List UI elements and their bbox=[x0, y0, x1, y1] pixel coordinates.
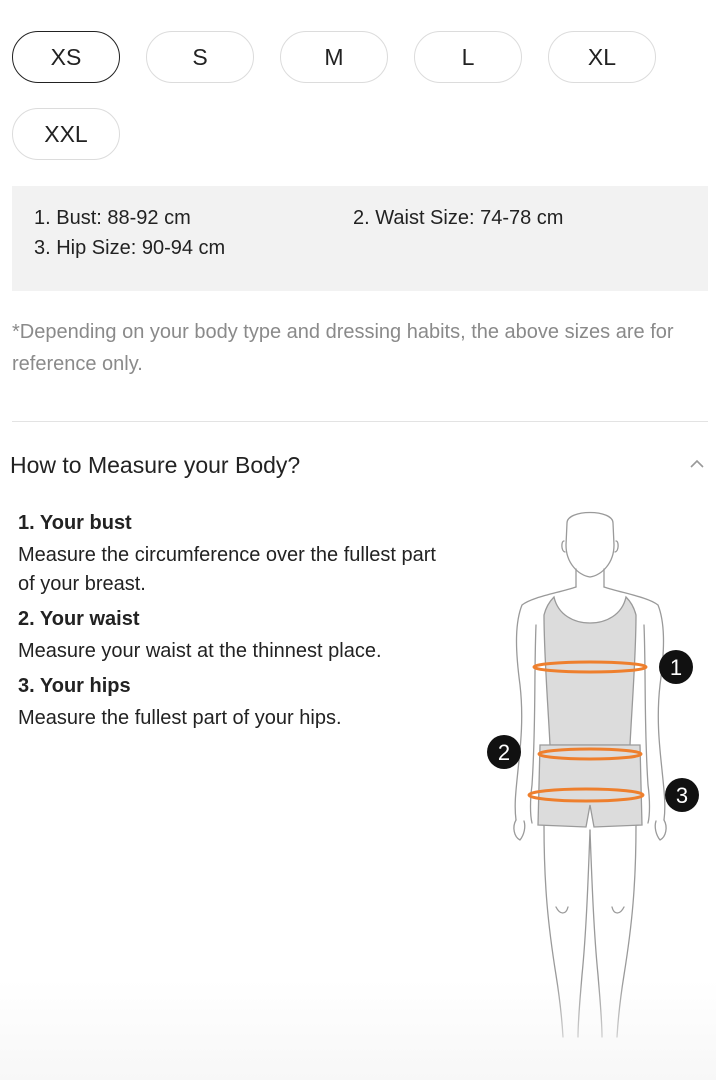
chevron-up-icon[interactable] bbox=[690, 459, 704, 469]
size-selector-row-2: XXL bbox=[12, 108, 146, 160]
size-option-s[interactable]: S bbox=[146, 31, 254, 83]
size-option-xxl[interactable]: XXL bbox=[12, 108, 120, 160]
bust-measurement: 1. Bust: 88-92 cm bbox=[34, 207, 191, 229]
hip-measurement: 3. Hip Size: 90-94 cm bbox=[34, 237, 226, 259]
hips-instruction-heading: 3. Your hips bbox=[18, 675, 131, 697]
waist-measurement: 2. Waist Size: 74-78 cm bbox=[353, 207, 564, 229]
size-option-xs[interactable]: XS bbox=[12, 31, 120, 83]
bust-instruction-text: Measure the circumference over the fulle… bbox=[18, 544, 436, 595]
size-option-m[interactable]: M bbox=[280, 31, 388, 83]
size-option-l[interactable]: L bbox=[414, 31, 522, 83]
marker-3: 3 bbox=[676, 783, 688, 808]
section-divider bbox=[12, 421, 708, 422]
how-to-measure-title[interactable]: How to Measure your Body? bbox=[10, 452, 300, 479]
size-option-xl[interactable]: XL bbox=[548, 31, 656, 83]
bust-instruction-heading: 1. Your bust bbox=[18, 512, 132, 534]
marker-2: 2 bbox=[498, 740, 510, 765]
waist-instruction-heading: 2. Your waist bbox=[18, 608, 140, 630]
size-disclaimer-note: *Depending on your body type and dressin… bbox=[12, 321, 674, 375]
size-selector-row-1: XS S M L XL bbox=[12, 31, 682, 83]
hips-instruction-text: Measure the fullest part of your hips. bbox=[18, 707, 342, 729]
body-measurement-figure: 1 2 3 bbox=[470, 505, 710, 1045]
waist-instruction-text: Measure your waist at the thinnest place… bbox=[18, 640, 382, 662]
measure-instructions: 1. Your bust Measure the circumference o… bbox=[18, 511, 448, 741]
size-measurements-panel: 1. Bust: 88-92 cm 2. Waist Size: 74-78 c… bbox=[12, 186, 708, 291]
marker-1: 1 bbox=[670, 655, 682, 680]
